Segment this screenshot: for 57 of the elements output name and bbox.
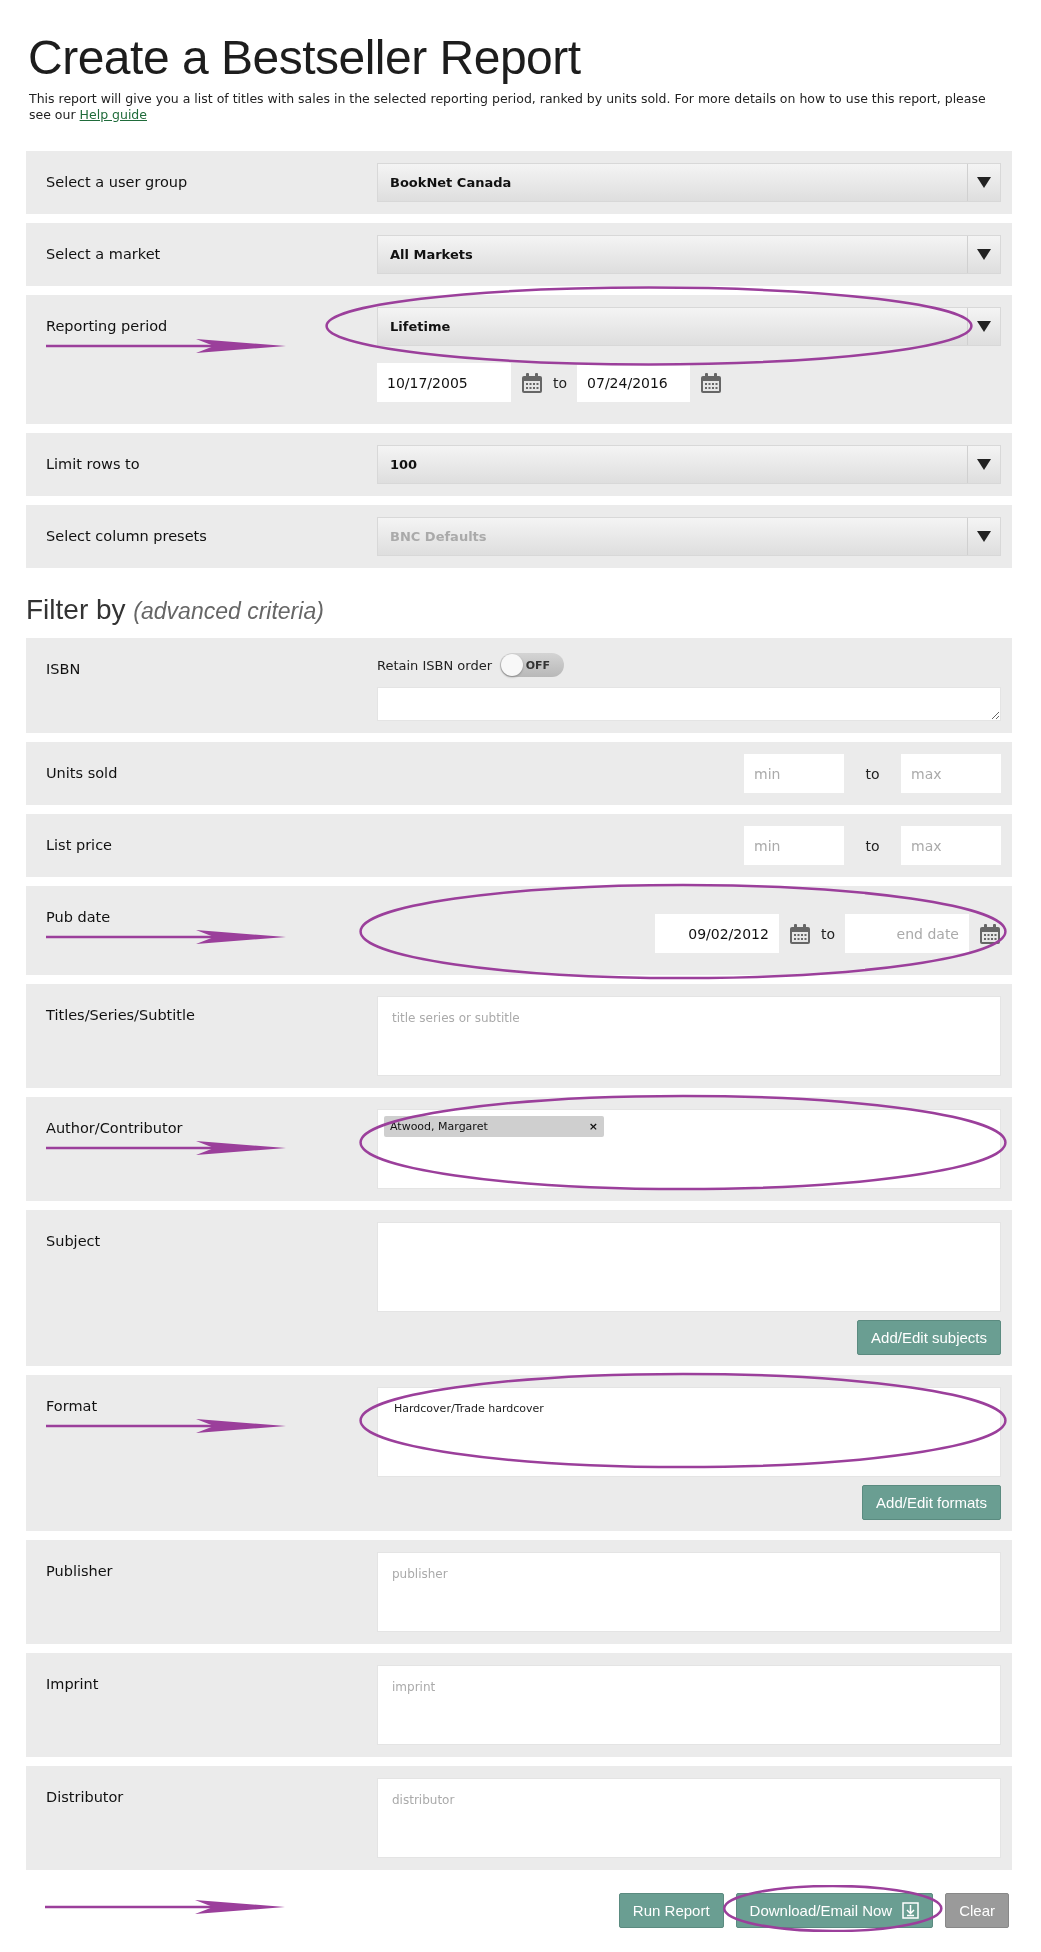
min-field[interactable]: min bbox=[744, 826, 844, 865]
text-field[interactable]: imprint bbox=[377, 1665, 1001, 1745]
dropdown[interactable]: 100 bbox=[377, 445, 1001, 484]
text-field[interactable]: publisher bbox=[377, 1552, 1001, 1632]
description: This report will give you a list of titles with sales in the selected reporting period, ranked by units sold. For more details on how to use this report, please see our Help guide bbox=[29, 91, 987, 123]
calendar-icon[interactable] bbox=[979, 922, 1001, 945]
remove-icon[interactable]: × bbox=[588, 1120, 598, 1133]
tag-chip[interactable]: Atwood, Margaret × bbox=[384, 1116, 604, 1137]
range-separator: to bbox=[864, 765, 881, 782]
caret-icon bbox=[977, 459, 991, 470]
field-label: Publisher bbox=[46, 1562, 114, 1581]
dropdown[interactable]: All Markets bbox=[377, 235, 1001, 274]
range-separator: to bbox=[553, 374, 568, 391]
calendar-icon[interactable] bbox=[788, 922, 811, 945]
dropdown[interactable]: BookNet Canada bbox=[377, 163, 1001, 202]
isbn-field[interactable] bbox=[377, 687, 1001, 721]
field-label: Subject bbox=[46, 1232, 102, 1251]
help-link[interactable]: Help guide bbox=[79, 107, 147, 122]
date-field[interactable]: end date bbox=[845, 914, 969, 953]
text-field[interactable] bbox=[377, 1222, 1001, 1312]
max-field[interactable]: max bbox=[901, 826, 1001, 865]
field-label: Reporting period bbox=[46, 317, 169, 336]
text-field[interactable]: title series or subtitle bbox=[377, 996, 1001, 1076]
max-field[interactable]: max bbox=[901, 754, 1001, 793]
caret-icon bbox=[977, 531, 991, 542]
caret-icon bbox=[977, 321, 991, 332]
calendar-icon[interactable] bbox=[521, 371, 543, 394]
caret-icon bbox=[977, 177, 991, 188]
date-field[interactable]: 07/24/2016 bbox=[577, 363, 691, 402]
toggle-switch[interactable]: OFF bbox=[500, 653, 565, 677]
field-label: Pub date bbox=[46, 908, 112, 927]
field-label: ISBN bbox=[46, 660, 82, 679]
date-field[interactable]: 10/17/2005 bbox=[377, 363, 511, 402]
field-label: Imprint bbox=[46, 1675, 100, 1694]
section-heading: Filter by (advanced criteria) bbox=[26, 594, 325, 626]
field-label: Units sold bbox=[46, 764, 119, 783]
range-separator: to bbox=[820, 925, 835, 942]
text-field[interactable]: Hardcover/Trade hardcover bbox=[377, 1387, 1001, 1477]
caret-icon bbox=[977, 249, 991, 260]
text-field[interactable]: Atwood, Margaret × bbox=[377, 1109, 1001, 1189]
field-label: List price bbox=[46, 836, 114, 855]
range-separator: to bbox=[864, 837, 881, 854]
text-field[interactable]: distributor bbox=[377, 1778, 1001, 1858]
toggle-label: Retain ISBN order bbox=[377, 657, 493, 673]
date-field[interactable]: 09/02/2012 bbox=[654, 914, 779, 953]
field-label: Format bbox=[46, 1397, 99, 1416]
field-label: Select column presets bbox=[46, 527, 208, 546]
field-label: Select a user group bbox=[46, 173, 189, 192]
min-field[interactable]: min bbox=[744, 754, 844, 793]
page-title: Create a Bestseller Report bbox=[28, 30, 582, 85]
field-label: Select a market bbox=[46, 245, 162, 264]
field-label: Limit rows to bbox=[46, 455, 141, 474]
field-label: Author/Contributor bbox=[46, 1119, 184, 1138]
field-label: Titles/Series/Subtitle bbox=[46, 1006, 196, 1025]
calendar-icon[interactable] bbox=[700, 371, 723, 394]
dropdown[interactable]: Lifetime bbox=[377, 307, 1001, 346]
field-label: Distributor bbox=[46, 1788, 125, 1807]
